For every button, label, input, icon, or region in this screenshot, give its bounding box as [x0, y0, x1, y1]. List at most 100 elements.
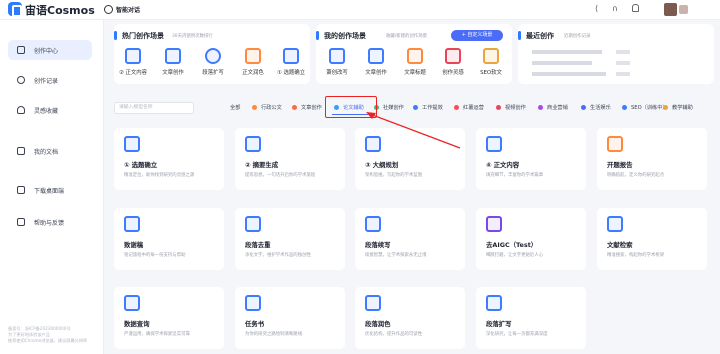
category-tab[interactable]: SEO（训练中） — [622, 104, 668, 111]
hot-scene-item[interactable]: 文章创作 — [158, 48, 188, 76]
scene-card-title: 开题报告 — [607, 161, 633, 169]
scene-card-desc: 填充细节，丰富你的学术篇章 — [486, 173, 544, 178]
category-dot-icon — [581, 104, 586, 110]
recent-item-redacted[interactable] — [532, 72, 606, 76]
my-scene-label: SEO软文 — [480, 70, 502, 76]
scene-card[interactable]: 去AIGC（Test） 细腻打磨，让文字更贴近人心 — [476, 208, 586, 270]
hot-scene-item[interactable]: 段落扩写 — [198, 48, 228, 76]
my-scene-item[interactable]: 文章创作 — [361, 48, 391, 76]
scene-card[interactable]: ④ 正文内容 填充细节，丰富你的学术篇章 — [476, 128, 586, 190]
my-scene-item[interactable]: 萧创改写 — [322, 48, 352, 76]
scene-card[interactable]: 数据查询严谨运用，确保学术探索坚实可靠 — [114, 287, 224, 349]
chat-icon[interactable] — [104, 5, 113, 14]
scene-card[interactable]: 段落去重净化文字，维护学术作品的独创性 — [235, 208, 345, 270]
recent-item-redacted[interactable] — [532, 50, 602, 54]
scene-card[interactable]: 任务书为你的研究之路绘制清晰路线 — [235, 287, 345, 349]
sidebar-item-history[interactable]: 创作记录 — [8, 70, 92, 90]
avatar-secondary[interactable] — [679, 5, 688, 14]
title-accent — [114, 31, 117, 40]
rewrite-icon — [329, 48, 345, 64]
scene-card-icon — [245, 136, 261, 152]
category-dot-icon — [496, 104, 501, 110]
scene-card-desc: 优化结构，提升作品的可读性 — [365, 332, 423, 337]
share-icon[interactable]: ⟨ — [595, 5, 598, 13]
sidebar-item-label: 我的文档 — [34, 149, 59, 156]
scene-card-icon — [486, 216, 502, 232]
scene-card[interactable]: ① 选题确立 精准定位，助你找到研究的灵感之源 — [114, 128, 224, 190]
scene-card-title: 致谢稿 — [124, 241, 144, 249]
sidebar-item-creation-center[interactable]: 创作中心 — [8, 40, 92, 60]
my-scene-item[interactable]: 文章标题 — [400, 48, 430, 76]
category-dot-icon — [252, 104, 257, 110]
help-icon — [17, 218, 25, 226]
scene-card-title: ③ 大纲规划 — [365, 161, 399, 169]
app-logo[interactable] — [8, 2, 22, 17]
scene-card-desc: 严谨运用，确保学术探索坚实可靠 — [124, 332, 190, 337]
scene-card-icon — [486, 295, 502, 311]
brand-name[interactable]: 宙语Cosmos — [25, 2, 95, 18]
scene-card-title: 段落去重 — [245, 241, 271, 249]
scene-card[interactable]: 段落续写 续接智慧，让学术探索永无止境 — [355, 208, 465, 270]
scene-card[interactable]: ② 摘要生成 提炼思想，一句话开启你的学术旅程 — [235, 128, 345, 190]
hot-scene-item[interactable]: 正文润色 — [238, 48, 268, 76]
sidebar-item-inspiration[interactable]: 灵感收藏 — [8, 100, 92, 120]
scene-card[interactable]: 开题报告明确航航，定义你的研究起点 — [597, 128, 707, 190]
category-tab[interactable]: 行政公文 — [252, 104, 282, 111]
scene-card-desc: 细腻打磨，让文字更贴近人心 — [486, 253, 544, 258]
my-scenes-subtitle: 收藏/新建的创作场景 — [386, 34, 427, 39]
custom-scene-button[interactable]: + 自定义场景 — [451, 30, 503, 41]
category-all[interactable]: 全部 — [230, 104, 240, 111]
category-tab[interactable]: 生活娱乐 — [581, 104, 611, 111]
expand-icon — [205, 48, 221, 64]
category-tab[interactable]: 教学辅助 — [663, 104, 693, 111]
scene-card[interactable]: 致谢稿铭记旅程中的每一份支持与帮助 — [114, 208, 224, 270]
scene-card[interactable]: 段落润色 优化结构，提升作品的可读性 — [355, 287, 465, 349]
topic-icon — [283, 48, 299, 64]
scene-card-icon — [486, 136, 502, 152]
category-tab[interactable]: 文章创作 — [292, 104, 322, 111]
category-dot-icon — [622, 104, 627, 110]
sidebar-item-help[interactable]: 帮助与反馈 — [8, 212, 92, 232]
model-search-input[interactable]: 请输入模型名称 — [114, 102, 194, 114]
category-tab[interactable]: 视频创作 — [496, 104, 526, 111]
category-label: 文章创作 — [301, 105, 322, 111]
recent-item-redacted[interactable] — [532, 61, 592, 65]
sidebar-item-label: 下载桌面端 — [34, 188, 65, 195]
category-dot-icon — [292, 104, 297, 110]
sidebar-item-label: 灵感收藏 — [34, 108, 59, 115]
scene-card-desc: 为你的研究之路绘制清晰路线 — [245, 332, 303, 337]
scene-card-desc: 铭记旅程中的每一份支持与帮助 — [124, 253, 186, 258]
sidebar-item-download[interactable]: 下载桌面端 — [8, 180, 92, 200]
hot-scene-item[interactable]: ② 正文内容 — [118, 48, 148, 76]
scene-card-desc: 深化研究，让每一页都充满深度 — [486, 332, 548, 337]
bell-icon[interactable] — [632, 4, 639, 12]
avatar[interactable] — [664, 3, 677, 16]
scene-card[interactable]: 段落扩写 深化研究，让每一页都充满深度 — [476, 287, 586, 349]
category-label: 商业营销 — [547, 105, 568, 111]
my-scene-item[interactable]: SEO软文 — [476, 48, 506, 76]
scene-card-desc: 精准定位，助你找到研究的灵感之源 — [124, 173, 195, 178]
scene-card-icon — [365, 295, 381, 311]
scene-card-title: 数据查询 — [124, 320, 150, 328]
sidebar-footer: 备案号：浙ICP备2023000000号 为了更好地体验该产品 推荐使用Chro… — [8, 326, 88, 343]
hot-scene-item[interactable]: ① 选题确立 — [276, 48, 306, 76]
headset-icon[interactable]: ∩ — [612, 5, 618, 13]
hot-scenes-subtitle: 30天内使用次数排行 — [172, 34, 213, 39]
page-title[interactable]: 智能对话 — [116, 5, 140, 14]
scene-card-desc: 净化文字，维护学术作品的独创性 — [245, 253, 311, 258]
article-icon — [165, 48, 181, 64]
scene-card-title: 任务书 — [245, 320, 265, 328]
my-scene-label: 创作灵感 — [442, 70, 464, 76]
category-tab[interactable]: 商业营销 — [538, 104, 568, 111]
hot-scenes-panel: 热门创作场景 30天内使用次数排行 ② 正文内容 文章创作 段落扩写 正文润色 … — [114, 24, 310, 84]
scene-card-desc: 明确航航，定义你的研究起点 — [607, 173, 665, 178]
my-scene-item[interactable]: 创作灵感 — [438, 48, 468, 76]
title-accent — [518, 31, 521, 40]
scene-card-icon — [245, 216, 261, 232]
sidebar-item-documents[interactable]: 我的文档 — [8, 141, 92, 161]
my-scene-label: 文章创作 — [365, 70, 387, 76]
scene-card-title: ② 摘要生成 — [245, 161, 279, 169]
scene-card[interactable]: 文献检索 精准搜索，构起你的学术桥梁 — [597, 208, 707, 270]
scene-card-desc: 精准搜索，构起你的学术桥梁 — [607, 253, 665, 258]
hot-scene-label: ② 正文内容 — [118, 70, 148, 76]
